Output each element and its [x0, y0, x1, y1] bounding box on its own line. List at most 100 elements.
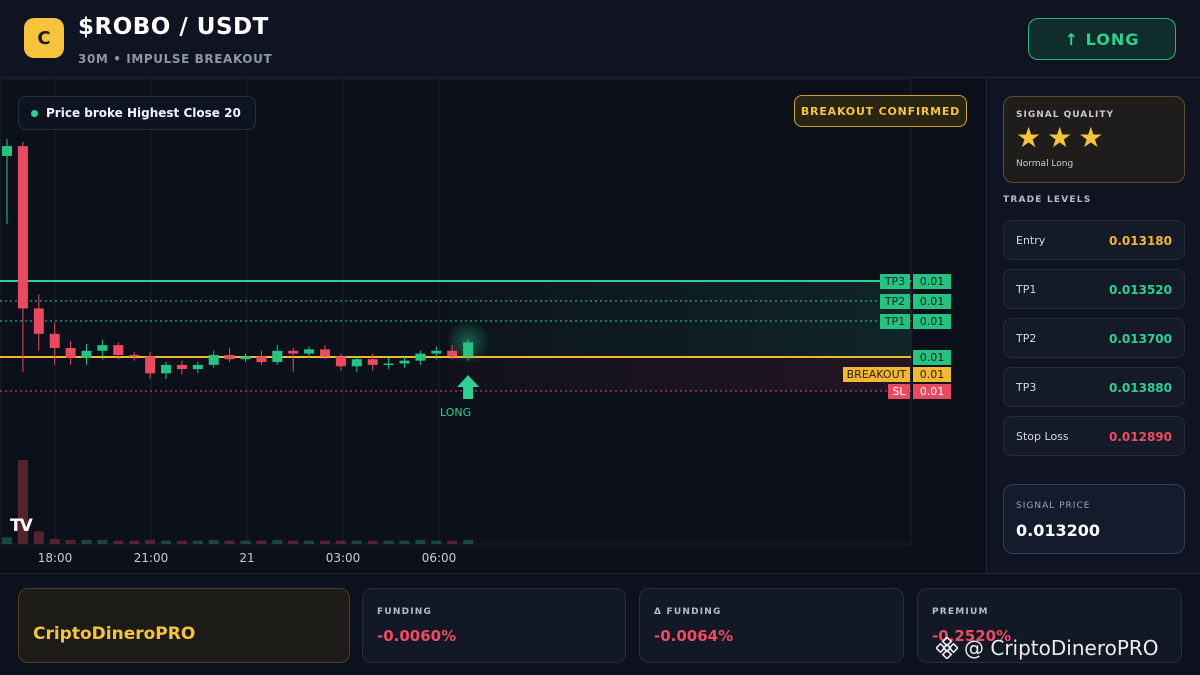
level-value: 0.013520: [1108, 283, 1172, 297]
level-row-tp1: TP1 0.013520: [1003, 269, 1185, 309]
footer-metrics: CriptoDineroPRO FUNDING -0.0060% Δ FUNDI…: [0, 573, 1200, 675]
breakout-message-text: Price broke Highest Close 20: [46, 106, 241, 120]
volume-bar: [192, 540, 203, 544]
candle-body: [399, 360, 410, 364]
volume-bar: [463, 539, 474, 544]
price-chart[interactable]: Price broke Highest Close 20 BREAKOUT CO…: [0, 79, 986, 573]
candle-body: [320, 349, 330, 357]
long-signal-button[interactable]: ↑ LONG: [1028, 18, 1176, 60]
volume-bar: [415, 539, 426, 544]
tp1-tag-name: TP1: [880, 314, 910, 329]
x-tick-label: 21:00: [133, 551, 169, 565]
volume-bar: [2, 537, 12, 544]
volume-bar: [208, 539, 219, 544]
metric-label: Δ FUNDING: [654, 607, 722, 617]
volume-bar: [272, 539, 283, 544]
sl-tag-name: SL: [888, 384, 910, 399]
x-tick-label: 03:00: [325, 551, 361, 565]
candle-body: [463, 342, 474, 357]
breakout-tag-name: BREAKOUT: [843, 367, 910, 382]
level-name: TP2: [1016, 332, 1037, 345]
volume-bar: [447, 540, 458, 544]
volume-bar: [176, 540, 187, 544]
star-icon: ★: [1047, 121, 1073, 154]
volume-bar: [97, 539, 108, 544]
volume-bar: [320, 540, 330, 544]
candle-body: [208, 355, 219, 365]
x-tick-label: 06:00: [421, 551, 457, 565]
metric-value: -0.0064%: [654, 627, 734, 645]
volume-bar: [113, 540, 124, 544]
breakout-message: Price broke Highest Close 20: [18, 96, 256, 130]
volume-bar: [431, 540, 442, 544]
metric-value: -0.0060%: [377, 627, 457, 645]
candle-body: [33, 308, 44, 334]
volume-bar: [256, 540, 267, 544]
candle-body: [272, 350, 283, 363]
candle-body: [145, 356, 156, 374]
tp1-tag-value: 0.01: [913, 314, 951, 329]
current-price-tag: 0.01: [913, 350, 951, 365]
volume-bar: [81, 539, 92, 544]
signal-side-panel: SIGNAL QUALITY ★ ★ ★ Normal Long TRADE L…: [986, 79, 1200, 573]
volume-bar: [161, 540, 171, 544]
candle-body: [97, 345, 108, 351]
tradingview-logo[interactable]: TV: [10, 516, 33, 536]
signal-price-label: SIGNAL PRICE: [1016, 501, 1091, 511]
volume-bar: [335, 540, 346, 544]
status-dot-icon: [31, 109, 38, 117]
level-name: Stop Loss: [1016, 430, 1069, 443]
delta-funding-card: Δ FUNDING -0.0064%: [639, 588, 904, 663]
candle-body: [192, 364, 203, 370]
candle-body: [415, 353, 426, 361]
risk-zone: [449, 358, 911, 391]
metric-label: PREMIUM: [932, 607, 989, 617]
level-row-stop-loss: Stop Loss 0.012890: [1003, 416, 1185, 456]
level-name: TP3: [1016, 381, 1037, 394]
signal-price-card: SIGNAL PRICE 0.013200: [1003, 484, 1185, 554]
candle-body: [113, 345, 124, 355]
volume-bar: [367, 540, 378, 544]
volume-bar: [383, 540, 394, 544]
volume-bar: [304, 540, 315, 544]
candle-body: [2, 146, 12, 156]
header: C $ROBO / USDT 30M • IMPULSE BREAKOUT ↑ …: [0, 0, 1200, 78]
level-value: 0.013180: [1108, 234, 1172, 248]
candle-body: [129, 355, 140, 357]
candle-body: [17, 146, 28, 309]
level-value: 0.012890: [1108, 430, 1172, 444]
candle-body: [256, 356, 267, 363]
candle-body: [176, 364, 187, 370]
timeframe-subtitle: 30M • IMPULSE BREAKOUT: [78, 52, 273, 66]
candle-body: [81, 350, 92, 358]
metric-label: FUNDING: [377, 607, 433, 617]
level-value: 0.013700: [1108, 332, 1172, 346]
funding-card: FUNDING -0.0060%: [362, 588, 626, 663]
watermark-text: @ CriptoDineroPRO: [964, 636, 1159, 660]
star-icon: ★: [1016, 121, 1042, 154]
volume-bar: [288, 540, 299, 544]
sl-tag-value: 0.01: [913, 384, 951, 399]
tp3-tag-value: 0.01: [913, 274, 951, 289]
volume-bar: [145, 539, 156, 544]
candle-body: [304, 349, 315, 354]
brand-card: CriptoDineroPRO: [18, 588, 350, 663]
candle-body: [161, 364, 171, 374]
watermark: @ CriptoDineroPRO: [935, 636, 1159, 660]
tp2-tag-value: 0.01: [913, 294, 951, 309]
signal-price-value: 0.013200: [1016, 521, 1101, 540]
breakout-confirmed-badge: BREAKOUT CONFIRMED: [794, 95, 967, 127]
level-row-tp3: TP3 0.013880: [1003, 367, 1185, 407]
volume-bar: [129, 540, 140, 544]
candle-body: [351, 359, 362, 367]
volume-bar: [399, 540, 410, 544]
volume-bar: [351, 540, 362, 544]
candle-body: [447, 350, 458, 357]
candle-body: [288, 350, 299, 354]
level-row-entry: Entry 0.013180: [1003, 220, 1185, 260]
brand-name: CriptoDineroPRO: [33, 624, 196, 644]
x-tick-label: 21: [239, 551, 255, 565]
candle-body: [335, 356, 346, 367]
volume-bar: [65, 539, 76, 544]
chart-canvas[interactable]: [0, 79, 986, 573]
